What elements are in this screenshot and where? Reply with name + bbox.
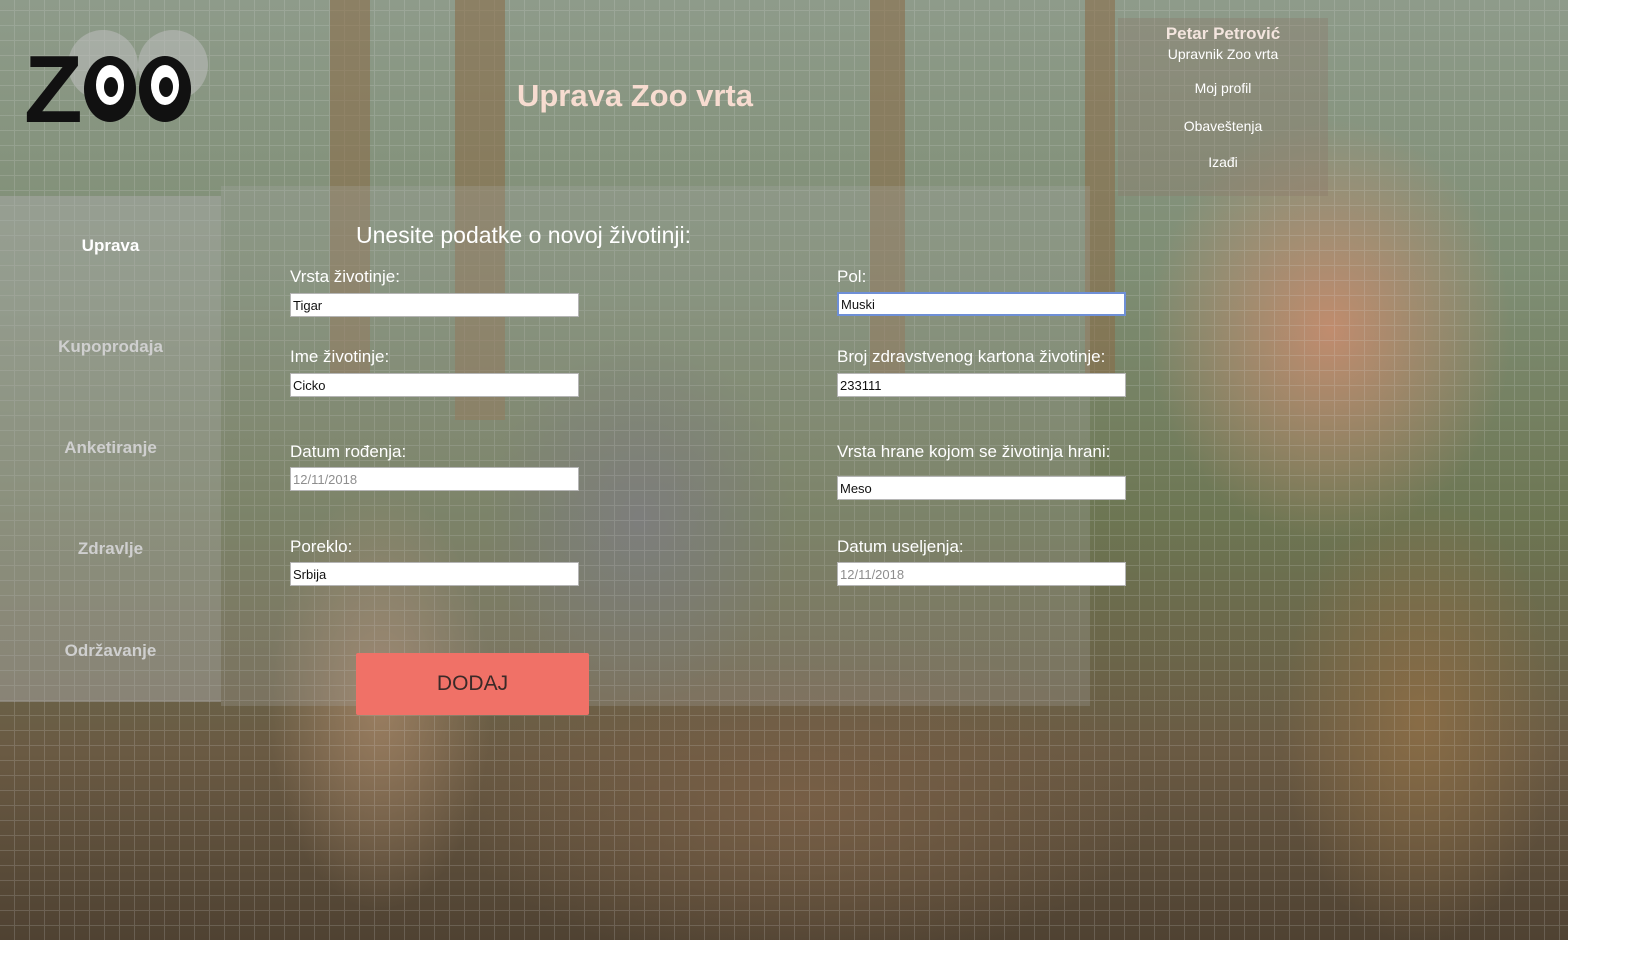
my-profile-link[interactable]: Moj profil (1118, 80, 1328, 96)
sidebar-item-zdravlje[interactable]: Zdravlje (0, 539, 221, 559)
logo-eye-right (139, 56, 191, 122)
move-in-date-input[interactable] (837, 562, 1126, 586)
sidebar-item-kupoprodaja[interactable]: Kupoprodaja (0, 337, 221, 357)
logo-eye-left (84, 56, 136, 122)
notifications-link[interactable]: Obaveštenja (1118, 118, 1328, 134)
animal-name-input[interactable] (290, 373, 579, 397)
sidebar-nav: Uprava Kupoprodaja Anketiranje Zdravlje … (0, 196, 221, 702)
food-type-label: Vrsta hrane kojom se životinja hrani: (837, 442, 1111, 461)
birth-date-input[interactable] (290, 467, 579, 491)
move-in-date-label: Datum useljenja: (837, 537, 964, 556)
sidebar-item-odrzavanje[interactable]: Održavanje (0, 641, 221, 661)
form-heading: Unesite podatke o novoj životinji: (356, 222, 691, 248)
health-card-label: Broj zdravstvenog kartona životinje: (837, 347, 1106, 366)
gender-label: Pol: (837, 267, 867, 286)
species-input[interactable] (290, 293, 579, 317)
user-role: Upravnik Zoo vrta (1167, 46, 1279, 62)
page-margin-bottom (0, 940, 1625, 975)
birth-date-label: Datum rođenja: (290, 442, 407, 461)
logout-link[interactable]: Izađi (1118, 154, 1328, 170)
zoo-logo[interactable]: Z (18, 30, 208, 145)
origin-label: Poreklo: (290, 537, 353, 556)
animal-name-label: Ime životinje: (290, 347, 390, 366)
sidebar-item-anketiranje[interactable]: Anketiranje (0, 438, 221, 458)
add-animal-button[interactable]: DODAJ (356, 653, 589, 715)
user-name: Petar Petrović (1165, 24, 1281, 43)
page-margin-right (1568, 0, 1625, 975)
page-title: Uprava Zoo vrta (516, 78, 753, 113)
health-card-input[interactable] (837, 373, 1126, 397)
logo-letter: Z (24, 36, 83, 143)
origin-input[interactable] (290, 562, 579, 586)
species-label: Vrsta životinje: (290, 267, 400, 286)
gender-input[interactable] (837, 292, 1126, 316)
sidebar-item-uprava[interactable]: Uprava (0, 236, 221, 256)
user-panel: Petar Petrović Upravnik Zoo vrta Moj pro… (1118, 18, 1328, 196)
food-type-input[interactable] (837, 476, 1126, 500)
